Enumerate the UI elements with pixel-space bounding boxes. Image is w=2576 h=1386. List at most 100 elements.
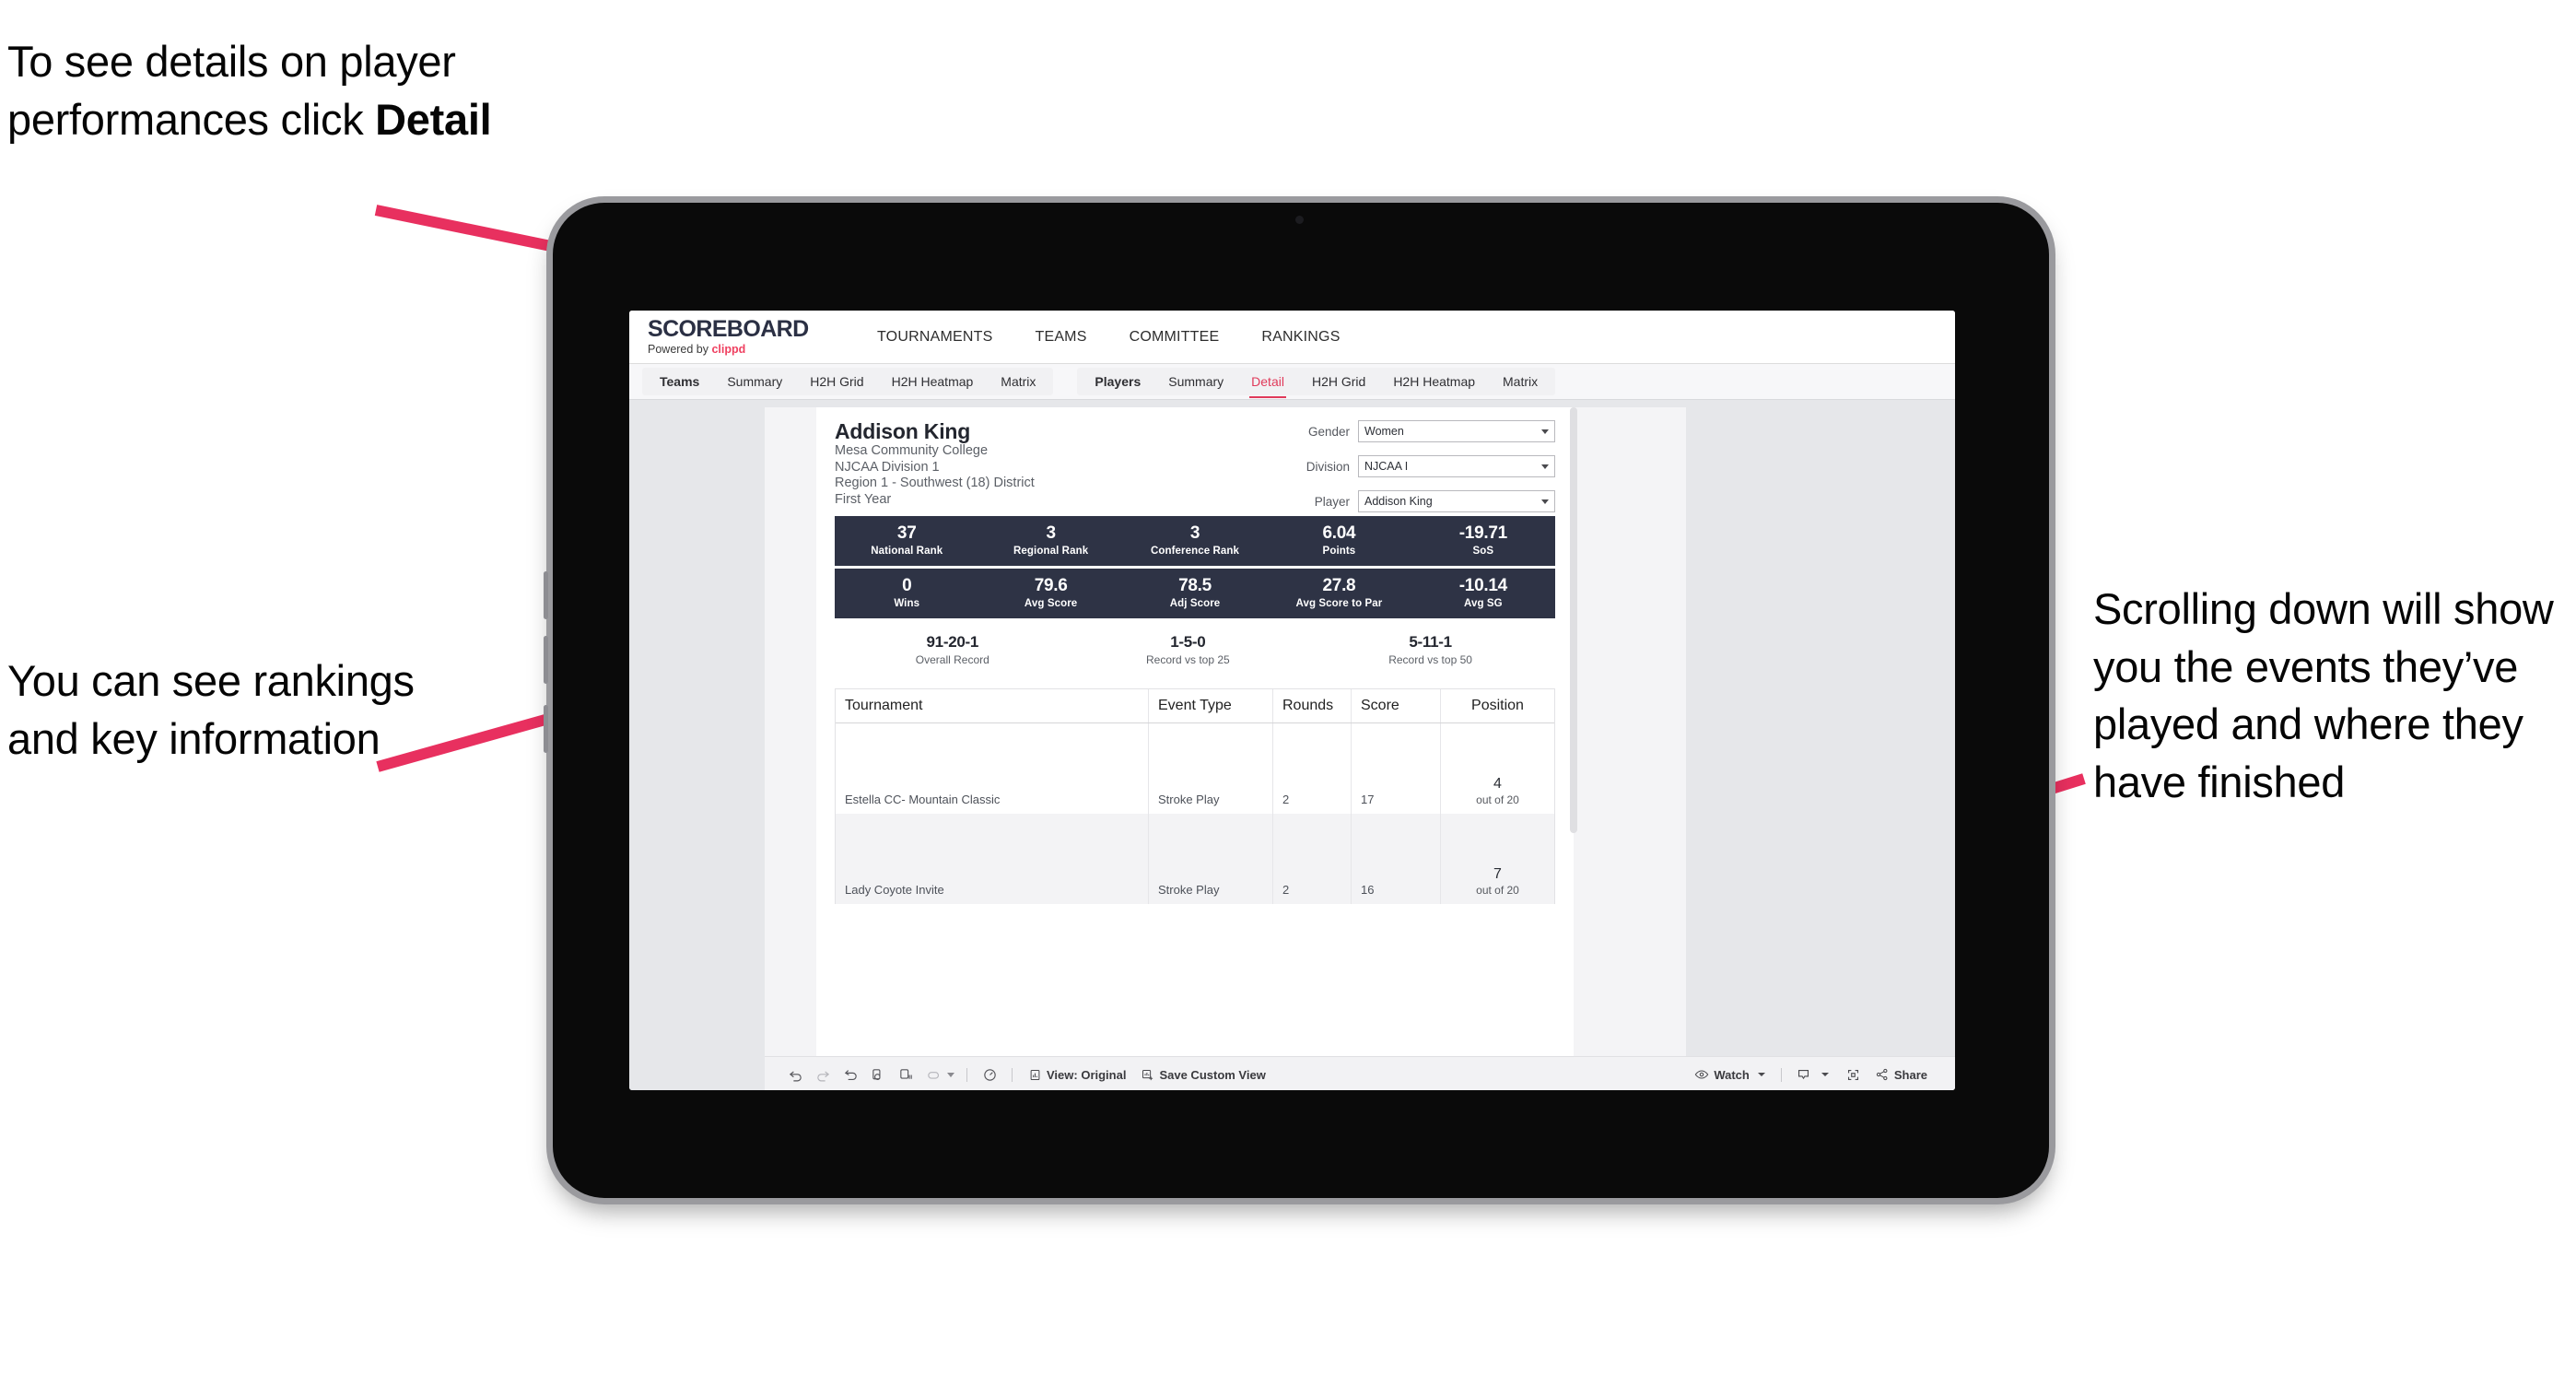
cell-rounds: 2	[1273, 722, 1352, 814]
tab-players-matrix[interactable]: Matrix	[1489, 368, 1551, 395]
stat-avg-score-value: 79.6	[1034, 576, 1068, 596]
nav-item-committee[interactable]: COMMITTEE	[1108, 311, 1241, 363]
tab-teams-summary[interactable]: Summary	[713, 368, 796, 395]
record-overall-label: Overall Record	[915, 652, 989, 666]
stat-wins-label: Wins	[894, 598, 920, 610]
download-icon[interactable]	[1790, 1061, 1818, 1088]
cell-position-rank: 4	[1493, 775, 1502, 792]
stat-regional-rank-label: Regional Rank	[1013, 546, 1089, 558]
record-vs-top-25-value: 1-5-0	[1170, 632, 1206, 651]
stat-avg-sg: -10.14 Avg SG	[1411, 577, 1555, 609]
filter-gender: Gender Women	[1251, 420, 1555, 442]
filter-player-select[interactable]: Addison King	[1358, 490, 1555, 512]
stat-sos-label: SoS	[1472, 546, 1494, 558]
save-custom-view-button[interactable]: Save Custom View	[1133, 1068, 1272, 1082]
stat-points-value: 6.04	[1322, 523, 1356, 544]
front-camera-icon	[1295, 216, 1304, 224]
table-row[interactable]: Estella CC- Mountain Classic Stroke Play…	[836, 722, 1554, 814]
record-vs-top-50-label: Record vs top 50	[1388, 652, 1472, 666]
chevron-down-icon[interactable]	[1821, 1073, 1829, 1076]
tab-teams-matrix[interactable]: Matrix	[987, 368, 1049, 395]
table-row[interactable]: Lady Coyote Invite Stroke Play 2 16 7 ou…	[836, 813, 1554, 904]
pause-auto-update-icon[interactable]	[892, 1061, 919, 1088]
stat-avg-sg-label: Avg SG	[1463, 598, 1503, 610]
nav-item-tournaments[interactable]: TOURNAMENTS	[856, 311, 1013, 363]
revert-icon[interactable]	[837, 1061, 864, 1088]
tablet-device-frame: SCOREBOARD Powered by clippd TOURNAMENTS…	[544, 203, 2049, 1198]
volume-up-button[interactable]	[544, 571, 548, 619]
fullscreen-icon[interactable]	[1840, 1061, 1868, 1088]
column-header-event-type[interactable]: Event Type	[1149, 688, 1273, 722]
filter-gender-select[interactable]: Women	[1358, 420, 1555, 442]
table-header-row: Tournament Event Type Rounds Score Posit…	[836, 688, 1554, 723]
tab-teams-h2h-heatmap[interactable]: H2H Heatmap	[878, 368, 988, 395]
toolbar-divider	[966, 1067, 967, 1082]
column-header-score[interactable]: Score	[1352, 688, 1441, 722]
column-header-tournament[interactable]: Tournament	[836, 688, 1149, 722]
record-vs-top-25: 1-5-0 Record vs top 25	[1071, 633, 1306, 666]
filter-division-value: NJCAA I	[1364, 460, 1409, 473]
stat-avg-score-label: Avg Score	[1024, 598, 1078, 610]
cell-position: 7 out of 20	[1441, 814, 1554, 904]
filter-division-select[interactable]: NJCAA I	[1358, 455, 1555, 477]
filter-player-value: Addison King	[1364, 495, 1433, 508]
filter-player: Player Addison King	[1251, 490, 1555, 512]
cell-event-type: Stroke Play	[1149, 813, 1273, 904]
undo-icon[interactable]	[781, 1061, 809, 1088]
highlight-icon[interactable]	[919, 1061, 947, 1088]
stat-adj-score-label: Adj Score	[1169, 598, 1221, 610]
stat-adj-score: 78.5 Adj Score	[1123, 577, 1267, 609]
cell-position-outof: out of 20	[1476, 793, 1519, 806]
stat-points: 6.04 Points	[1267, 524, 1411, 557]
volume-down-button[interactable]	[544, 636, 548, 684]
record-overall-value: 91-20-1	[926, 632, 979, 651]
chevron-down-icon	[1541, 429, 1549, 434]
stat-avg-sg-value: -10.14	[1458, 576, 1507, 596]
brand-title: SCOREBOARD	[648, 316, 809, 343]
redo-icon[interactable]	[809, 1061, 837, 1088]
stat-band-rankings: 37 National Rank 3 Regional Rank 3 Confe…	[835, 515, 1555, 566]
chevron-down-icon[interactable]	[947, 1072, 954, 1077]
tablet-screen: SCOREBOARD Powered by clippd TOURNAMENTS…	[629, 311, 1955, 1090]
cell-tournament: Lady Coyote Invite	[836, 813, 1149, 904]
view-original-button[interactable]: View: Original	[1021, 1068, 1133, 1082]
cell-score: 17	[1352, 722, 1441, 814]
save-custom-view-label: Save Custom View	[1159, 1067, 1266, 1082]
stat-conference-rank-value: 3	[1189, 523, 1200, 544]
tab-teams-h2h-grid[interactable]: H2H Grid	[796, 368, 877, 395]
refresh-data-icon[interactable]	[864, 1061, 892, 1088]
tab-players-summary[interactable]: Summary	[1154, 368, 1237, 395]
power-button[interactable]	[544, 705, 548, 753]
watch-button[interactable]: Watch	[1687, 1067, 1773, 1082]
stat-wins: 0 Wins	[835, 577, 978, 609]
tab-players-detail[interactable]: Detail	[1237, 368, 1298, 398]
record-summary-row: 91-20-1 Overall Record 1-5-0 Record vs t…	[835, 633, 1555, 666]
cell-event-type: Stroke Play	[1149, 722, 1273, 814]
tab-players-h2h-heatmap[interactable]: H2H Heatmap	[1379, 368, 1489, 395]
filter-division: Division NJCAA I	[1251, 455, 1555, 477]
nav-item-teams[interactable]: TEAMS	[1013, 311, 1107, 363]
brand-powered-prefix: Powered by	[648, 343, 712, 357]
tab-group-players: Players Summary Detail H2H Grid H2H Heat…	[1077, 368, 1556, 398]
annotation-detail-hint-bold: Detail	[375, 94, 492, 144]
nav-item-rankings[interactable]: RANKINGS	[1240, 311, 1361, 363]
share-button[interactable]: Share	[1868, 1067, 1935, 1082]
record-overall: 91-20-1 Overall Record	[835, 633, 1071, 666]
column-header-position[interactable]: Position	[1441, 689, 1554, 722]
tab-players-h2h-grid[interactable]: H2H Grid	[1298, 368, 1379, 395]
stat-national-rank-value: 37	[896, 523, 917, 544]
column-header-rounds[interactable]: Rounds	[1273, 688, 1352, 722]
stat-national-rank-label: National Rank	[871, 546, 943, 558]
stat-avg-score-to-par: 27.8 Avg Score to Par	[1267, 577, 1411, 609]
player-header-section: Addison King Mesa Community College NJCA…	[816, 407, 1574, 512]
filter-gender-label: Gender	[1307, 424, 1350, 439]
stat-regional-rank: 3 Regional Rank	[978, 524, 1122, 557]
stat-avg-score-to-par-value: 27.8	[1322, 576, 1356, 596]
pause-interactive-icon[interactable]	[976, 1061, 1003, 1088]
stat-sos-value: -19.71	[1458, 523, 1507, 544]
secondary-tab-strip: Teams Summary H2H Grid H2H Heatmap Matri…	[629, 364, 1955, 400]
brand-logo[interactable]: SCOREBOARD Powered by clippd	[629, 311, 856, 363]
stat-sos: -19.71 SoS	[1411, 524, 1555, 557]
toolbar-divider	[1012, 1067, 1013, 1082]
stat-avg-score: 79.6 Avg Score	[978, 577, 1122, 609]
